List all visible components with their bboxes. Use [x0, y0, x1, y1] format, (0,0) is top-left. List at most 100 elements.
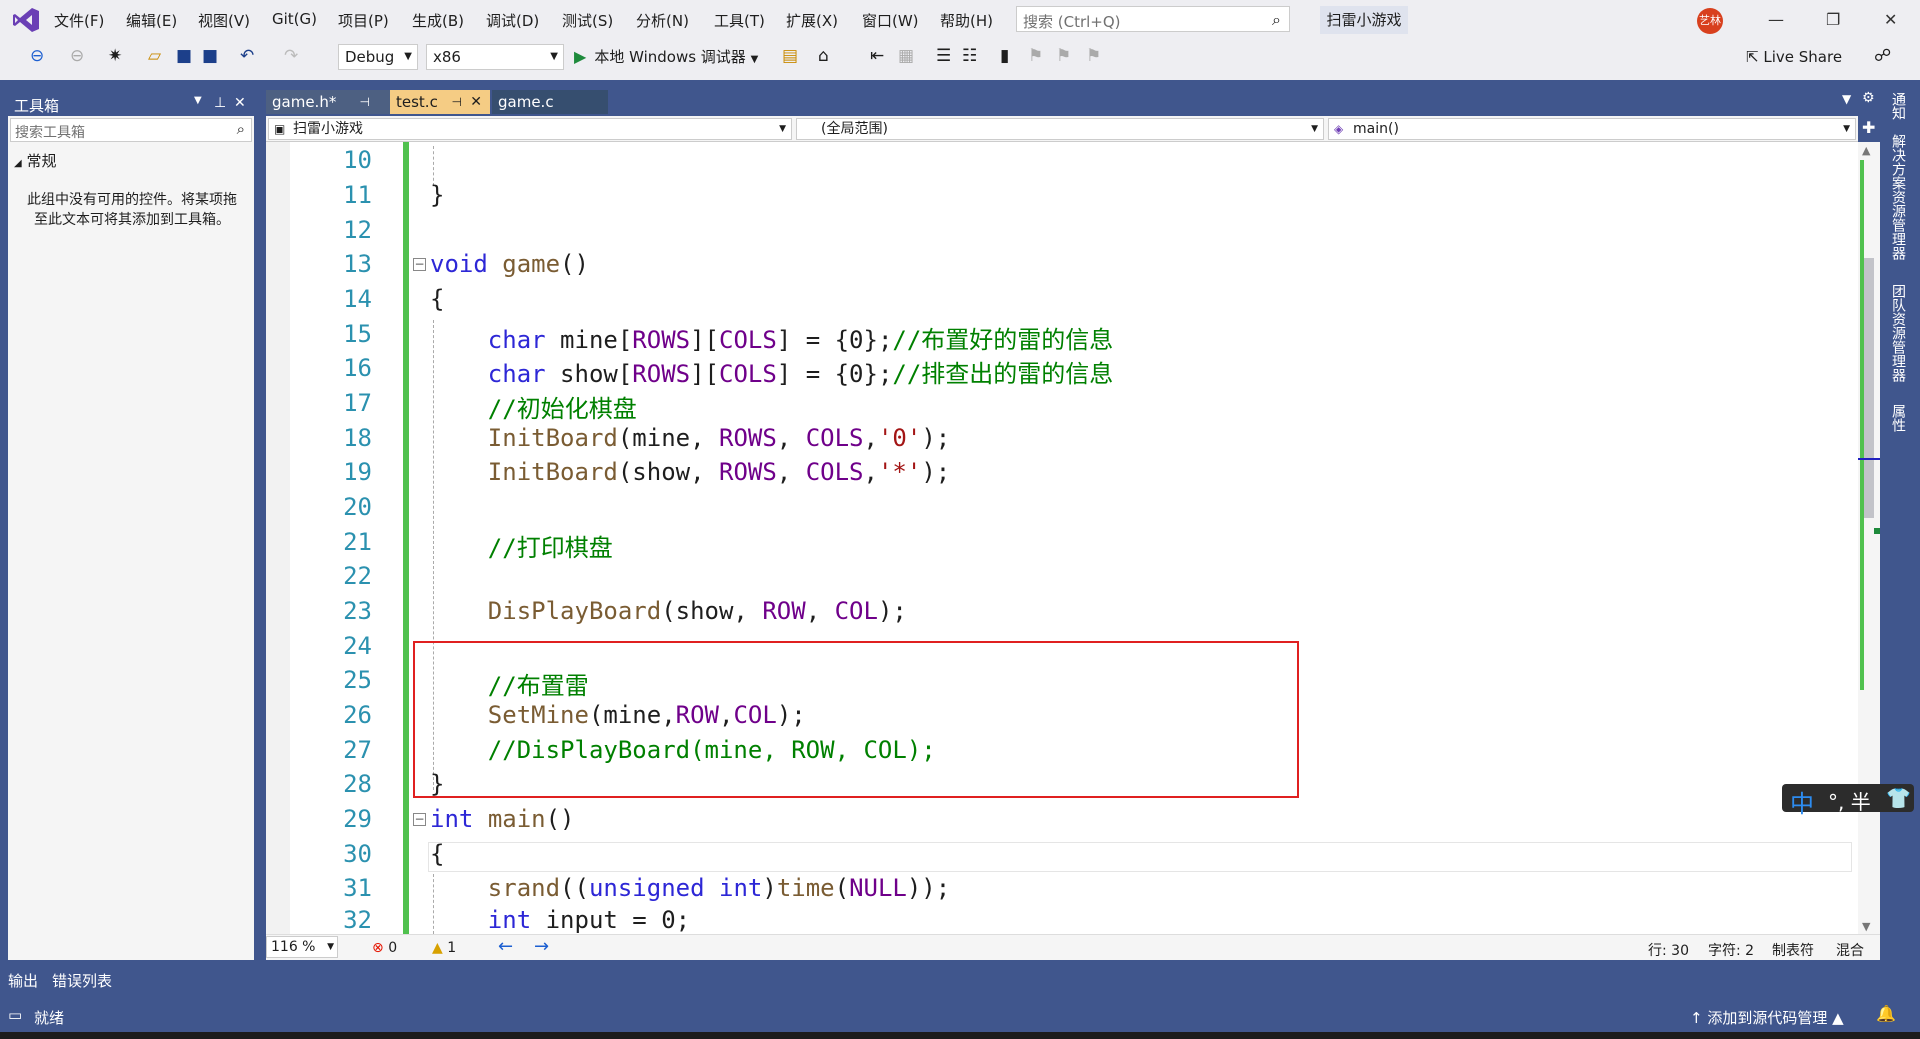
gear-icon[interactable]: ⚙: [1862, 90, 1875, 106]
visual-studio-logo-icon[interactable]: [12, 6, 40, 34]
toolbox-group-general[interactable]: ◢ 常规: [14, 150, 57, 171]
menu-edit[interactable]: 编辑(E): [126, 10, 177, 31]
project-select[interactable]: ▣ 扫雷小游戏 ▼: [268, 118, 792, 140]
tab-game-h[interactable]: game.h* ⊣: [266, 90, 390, 114]
line-number: 21: [343, 528, 372, 556]
add-to-source-control[interactable]: ↑ 添加到源代码管理 ▲: [1690, 1007, 1844, 1028]
code-line: int main(): [430, 805, 575, 833]
open-file-icon[interactable]: ▱: [148, 46, 161, 66]
scope-select[interactable]: (全局范围) ▼: [796, 118, 1324, 140]
start-debugging-button[interactable]: ▶ 本地 Windows 调试器 ▼: [574, 46, 758, 67]
menu-git[interactable]: Git(G): [272, 10, 317, 28]
code-line: {: [430, 285, 445, 313]
line-number: 15: [343, 320, 372, 348]
split-view-icon[interactable]: ✚: [1862, 118, 1875, 137]
collapse-icon[interactable]: −: [413, 813, 426, 826]
code-line: int input = 0;: [487, 906, 691, 934]
close-icon[interactable]: ✕: [470, 90, 482, 114]
ime-indicator[interactable]: 中 °, 半 👕: [1782, 784, 1914, 818]
account-avatar[interactable]: 艺林: [1697, 8, 1723, 34]
toolbox-search-input[interactable]: 搜索工具箱 ⌕: [10, 118, 252, 142]
debugger-label: 本地 Windows 调试器: [594, 48, 746, 66]
zoom-select[interactable]: 116 % ▼: [266, 936, 338, 958]
tab-output[interactable]: 输出: [8, 970, 38, 991]
navigate-forward-icon[interactable]: ⊖: [70, 46, 84, 66]
menu-project[interactable]: 项目(P): [338, 10, 389, 31]
global-search-input[interactable]: 搜索 (Ctrl+Q) ⌕: [1016, 6, 1290, 32]
menu-help[interactable]: 帮助(H): [940, 10, 993, 31]
redo-icon[interactable]: ↷: [284, 46, 298, 66]
side-tab-team-explorer[interactable]: 团队资源管理器: [1890, 284, 1908, 382]
pin-icon[interactable]: ⊣: [360, 90, 370, 114]
pin-icon[interactable]: ⊥: [214, 95, 226, 111]
next-bookmark-icon[interactable]: ⚑: [1056, 46, 1071, 66]
comment-out-icon[interactable]: ☰: [936, 46, 951, 66]
hot-reload-icon[interactable]: ⌂: [818, 46, 829, 66]
line-number: 20: [343, 493, 372, 521]
layout-icon[interactable]: ▦: [898, 46, 914, 66]
solution-name-badge[interactable]: 扫雷小游戏: [1320, 6, 1408, 34]
side-tab-properties[interactable]: 属性: [1890, 404, 1908, 432]
pin-icon[interactable]: ⊣: [452, 90, 462, 114]
next-issue-icon[interactable]: →: [534, 936, 549, 957]
menu-window[interactable]: 窗口(W): [862, 10, 919, 31]
live-share-button[interactable]: ⇱ Live Share: [1746, 48, 1842, 66]
tab-test-c[interactable]: test.c ⊣ ✕: [390, 90, 490, 114]
toolbox-empty-message: 此组中没有可用的控件。将某项拖至此文本可将其添加到工具箱。: [27, 192, 237, 228]
tab-game-c[interactable]: game.c: [492, 90, 608, 114]
eol-indicator[interactable]: 混合: [1836, 940, 1864, 960]
menu-analyze[interactable]: 分析(N): [636, 10, 689, 31]
clear-bookmarks-icon[interactable]: ⚑: [1086, 46, 1101, 66]
bookmark-icon[interactable]: ▮: [1000, 46, 1009, 66]
error-count[interactable]: ⊗ 0: [372, 940, 397, 956]
menu-debug[interactable]: 调试(D): [486, 10, 539, 31]
code-line: InitBoard(show, ROWS, COLS,'*');: [487, 458, 951, 486]
save-all-icon[interactable]: ■: [202, 46, 218, 66]
step-icon[interactable]: ⇤: [870, 46, 884, 66]
member-select[interactable]: ◈ main() ▼: [1328, 118, 1856, 140]
menu-extensions[interactable]: 扩展(X): [786, 10, 838, 31]
new-project-icon[interactable]: ✷: [108, 46, 122, 66]
side-tab-solution-explorer[interactable]: 解决方案资源管理器: [1890, 134, 1908, 260]
browse-icon[interactable]: ▤: [782, 46, 798, 66]
menu-file[interactable]: 文件(F): [54, 10, 104, 31]
close-icon[interactable]: ✕: [234, 95, 246, 111]
toolbox-title: 工具箱: [14, 97, 60, 115]
minimize-icon[interactable]: —: [1768, 10, 1784, 29]
feedback-icon[interactable]: ☍: [1874, 46, 1891, 66]
prev-bookmark-icon[interactable]: ⚑: [1028, 46, 1043, 66]
search-placeholder: 搜索 (Ctrl+Q): [1023, 13, 1121, 31]
close-window-icon[interactable]: ✕: [1884, 10, 1897, 29]
notification-bell-icon[interactable]: 🔔: [1876, 1004, 1896, 1023]
chevron-down-icon[interactable]: ▼: [194, 95, 202, 106]
change-tracking-bar: [403, 142, 409, 934]
menu-view[interactable]: 视图(V): [198, 10, 250, 31]
scroll-up-icon[interactable]: ▲: [1862, 144, 1870, 157]
navigate-back-icon[interactable]: ⊖: [30, 46, 44, 66]
scrollbar-thumb[interactable]: [1864, 258, 1874, 518]
undo-icon[interactable]: ↶: [240, 46, 254, 66]
uncomment-icon[interactable]: ☷: [962, 46, 977, 66]
menu-tools[interactable]: 工具(T): [714, 10, 765, 31]
indicator-margin: [266, 142, 290, 934]
platform-select[interactable]: x86 ▼: [426, 44, 564, 70]
side-tab-notifications[interactable]: 通知: [1890, 92, 1908, 120]
tabs-indicator[interactable]: 制表符: [1772, 940, 1814, 960]
code-line: DisPlayBoard(show, ROW, COL);: [487, 597, 907, 625]
menu-test[interactable]: 测试(S): [562, 10, 613, 31]
line-indicator[interactable]: 行: 30: [1648, 940, 1689, 960]
collapse-icon[interactable]: −: [413, 258, 426, 271]
scroll-down-icon[interactable]: ▼: [1862, 920, 1870, 933]
line-number: 32: [343, 906, 372, 934]
menu-build[interactable]: 生成(B): [412, 10, 464, 31]
previous-issue-icon[interactable]: ←: [498, 936, 513, 957]
configuration-select[interactable]: Debug ▼: [338, 44, 418, 70]
line-number: 29: [343, 805, 372, 833]
restore-icon[interactable]: ❐: [1826, 10, 1840, 29]
save-icon[interactable]: ■: [176, 46, 192, 66]
warning-count[interactable]: ▲ 1: [432, 940, 456, 956]
char-indicator[interactable]: 字符: 2: [1708, 940, 1754, 960]
tab-error-list[interactable]: 错误列表: [52, 970, 112, 991]
function-icon: ◈: [1334, 122, 1344, 136]
tab-overflow-icon[interactable]: ▼: [1842, 92, 1851, 106]
